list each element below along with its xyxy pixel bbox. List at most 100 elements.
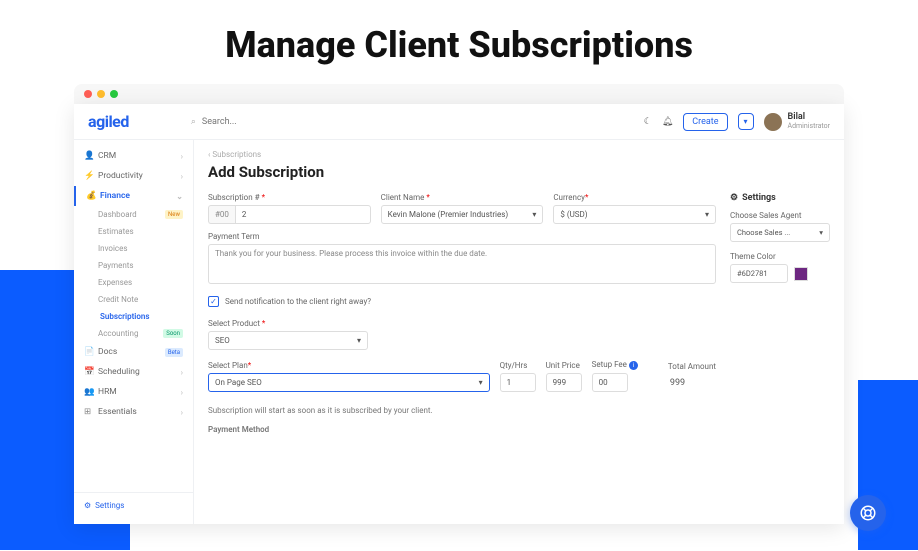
page-title: Add Subscription (208, 163, 830, 181)
bell-icon[interactable]: 🔔︎ (662, 117, 673, 127)
chevron-down-icon: ▾ (532, 210, 536, 219)
subscription-prefix: #00 (208, 205, 235, 224)
nav-settings[interactable]: ⚙Settings (74, 492, 193, 518)
client-name-label: Client Name * (381, 193, 544, 202)
brand-logo[interactable]: agiled (88, 112, 129, 131)
nav-finance[interactable]: 💰Finance⌄ (74, 186, 193, 206)
payment-method-label: Payment Method (208, 425, 716, 434)
product-select[interactable]: SEO▾ (208, 331, 368, 350)
search-icon: ⌕ (191, 117, 196, 127)
color-row[interactable] (730, 264, 830, 283)
search-input[interactable] (202, 117, 632, 127)
create-button[interactable]: Create (683, 113, 727, 131)
user-role: Administrator (788, 123, 830, 131)
user-meta: Bilal Administrator (788, 113, 830, 131)
content-row: Subscription # * #00 Client Name * Kevin… (208, 193, 830, 434)
setup-label: Setup Feei (592, 360, 638, 370)
payment-term-label: Payment Term (208, 232, 716, 241)
nav-estimates[interactable]: Estimates (74, 223, 193, 240)
start-note: Subscription will start as soon as it is… (208, 406, 716, 415)
browser-chrome (74, 84, 844, 104)
nav-subscriptions[interactable]: Subscriptions (74, 308, 193, 325)
settings-panel: ⚙Settings Choose Sales Agent Choose Sale… (730, 193, 830, 434)
notify-checkbox[interactable]: ✓ (208, 296, 219, 307)
search-wrap: ⌕ (191, 117, 632, 127)
chevron-right-icon: › (181, 368, 183, 377)
notify-label: Send notification to the client right aw… (225, 297, 371, 306)
payment-term-textarea[interactable]: Thank you for your business. Please proc… (208, 244, 716, 284)
lifebuoy-icon (859, 504, 877, 522)
plan-select[interactable]: On Page SEO▾ (208, 373, 490, 392)
color-label: Theme Color (730, 252, 830, 261)
total-value: 999 (668, 374, 716, 392)
price-label: Unit Price (546, 361, 582, 370)
badge-soon: Soon (163, 329, 183, 338)
currency-label: Currency* (553, 193, 716, 202)
help-fab[interactable] (850, 495, 886, 531)
nav-expenses[interactable]: Expenses (74, 274, 193, 291)
body-row: 👤CRM› ⚡Productivity› 💰Finance⌄ Dashboard… (74, 140, 844, 524)
nav-invoices[interactable]: Invoices (74, 240, 193, 257)
nav-hrm[interactable]: 👥HRM› (74, 382, 193, 402)
window-max-dot[interactable] (110, 90, 118, 98)
form-area: Subscription # * #00 Client Name * Kevin… (208, 193, 716, 434)
app-frame: agiled ⌕ ☾ 🔔︎ Create ▾ Bilal Administrat… (74, 104, 844, 524)
nav-docs[interactable]: 📄DocsBeta (74, 342, 193, 362)
chevron-down-icon: ▾ (705, 210, 709, 219)
user-menu[interactable]: Bilal Administrator (764, 113, 830, 131)
gear-icon: ⚙ (84, 501, 91, 510)
nav-dashboard[interactable]: DashboardNew (74, 206, 193, 223)
chevron-right-icon: › (181, 388, 183, 397)
chevron-right-icon: › (181, 408, 183, 417)
main-content: ‹ Subscriptions Add Subscription Subscri… (194, 140, 844, 524)
nav-essentials[interactable]: ⊞Essentials› (74, 402, 193, 422)
chevron-down-icon: ⌄ (176, 192, 183, 201)
gear-icon: ⚙ (730, 193, 738, 203)
info-icon[interactable]: i (629, 361, 638, 370)
crm-icon: 👤 (84, 151, 94, 161)
chevron-down-icon: ▾ (479, 378, 483, 387)
nav-scheduling[interactable]: 📅Scheduling› (74, 362, 193, 382)
create-dropdown[interactable]: ▾ (738, 113, 754, 130)
chevron-right-icon: › (181, 172, 183, 181)
nav-accounting[interactable]: AccountingSoon (74, 325, 193, 342)
badge-new: New (165, 210, 183, 219)
sidebar: 👤CRM› ⚡Productivity› 💰Finance⌄ Dashboard… (74, 140, 194, 524)
price-input[interactable] (546, 373, 582, 392)
agent-label: Choose Sales Agent (730, 211, 830, 220)
nav-productivity[interactable]: ⚡Productivity› (74, 166, 193, 186)
notify-checkbox-row[interactable]: ✓ Send notification to the client right … (208, 296, 716, 307)
total-label: Total Amount (668, 362, 716, 371)
setup-input[interactable] (592, 373, 628, 392)
nav-credit-note[interactable]: Credit Note (74, 291, 193, 308)
qty-input[interactable] (500, 373, 536, 392)
color-input[interactable] (730, 264, 788, 283)
agent-select[interactable]: Choose Sales ...▾ (730, 223, 830, 242)
currency-select[interactable]: $ (USD)▾ (553, 205, 716, 224)
nav-payments[interactable]: Payments (74, 257, 193, 274)
chevron-down-icon: ▾ (819, 228, 823, 237)
nav-crm[interactable]: 👤CRM› (74, 146, 193, 166)
subscription-num-label: Subscription # * (208, 193, 371, 202)
product-label: Select Product * (208, 319, 368, 328)
chevron-right-icon: › (181, 152, 183, 161)
settings-title: ⚙Settings (730, 193, 830, 203)
chevron-down-icon: ▾ (357, 336, 361, 345)
window-close-dot[interactable] (84, 90, 92, 98)
moon-icon[interactable]: ☾ (644, 117, 652, 127)
subscription-num-field[interactable] (235, 205, 371, 224)
color-swatch[interactable] (794, 267, 808, 281)
docs-icon: 📄 (84, 347, 94, 357)
hero-title: Manage Client Subscriptions (0, 0, 918, 84)
qty-label: Qty/Hrs (500, 361, 536, 370)
subscription-num-input[interactable]: #00 (208, 205, 371, 224)
plan-label: Select Plan* (208, 361, 490, 370)
hrm-icon: 👥 (84, 387, 94, 397)
avatar (764, 113, 782, 131)
client-name-select[interactable]: Kevin Malone (Premier Industries)▾ (381, 205, 544, 224)
breadcrumb[interactable]: ‹ Subscriptions (208, 150, 830, 159)
essentials-icon: ⊞ (84, 407, 94, 417)
scheduling-icon: 📅 (84, 367, 94, 377)
window-min-dot[interactable] (97, 90, 105, 98)
productivity-icon: ⚡ (84, 171, 94, 181)
